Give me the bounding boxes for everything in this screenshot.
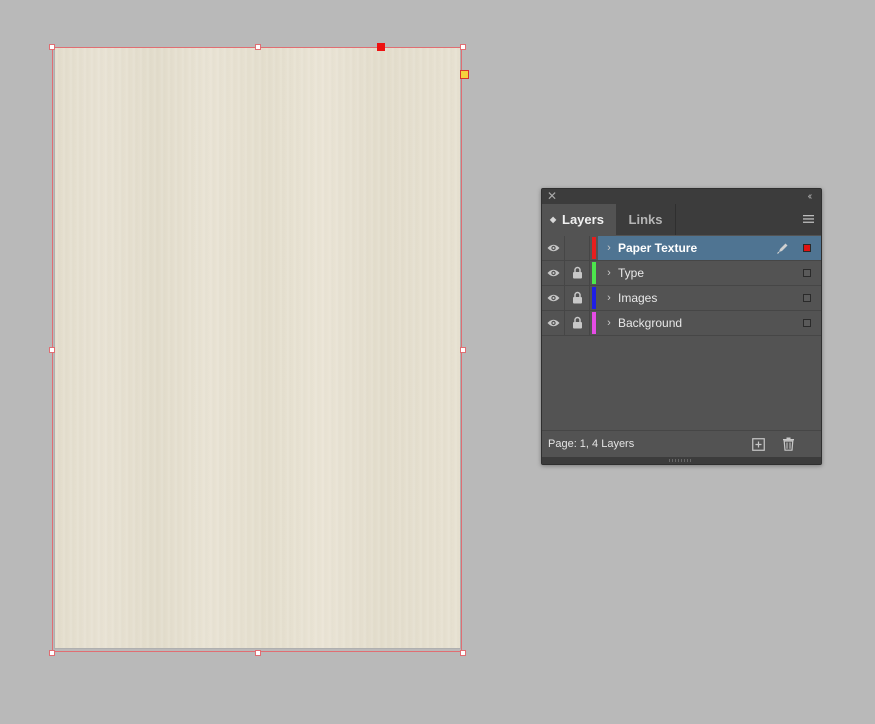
chevron-right-icon[interactable]: › [604, 311, 614, 335]
layer-name: Images [618, 291, 658, 305]
layer-name: Paper Texture [618, 241, 698, 255]
panel-tabbar: ◆ Layers Links [542, 204, 821, 235]
close-icon[interactable]: ✕ [546, 189, 558, 204]
layer-selection-square[interactable] [803, 294, 811, 302]
hamburger-menu-icon[interactable] [803, 214, 814, 224]
eye-icon [547, 319, 560, 327]
resize-handle-bottom-middle[interactable] [255, 650, 261, 656]
layer-name: Background [618, 316, 683, 330]
layer-name: Type [618, 266, 645, 280]
resize-handle-top-left[interactable] [49, 44, 55, 50]
resize-handle-bottom-right[interactable] [460, 650, 466, 656]
lock-toggle[interactable] [565, 261, 590, 285]
resize-handle-top-right[interactable] [460, 44, 466, 50]
layer-selection-square[interactable] [803, 244, 811, 252]
layer-selection-square[interactable] [803, 269, 811, 277]
layer-row-type[interactable]: › Type [542, 261, 821, 286]
resize-handle-top-middle[interactable] [255, 44, 261, 50]
new-layer-icon[interactable] [752, 438, 765, 451]
resize-handle-middle-right[interactable] [460, 347, 466, 353]
layer-color-swatch [592, 287, 596, 309]
tab-links[interactable]: Links [616, 204, 676, 235]
visibility-toggle[interactable] [542, 261, 565, 285]
layer-color-swatch [592, 262, 596, 284]
layer-main[interactable]: › Images [598, 286, 821, 310]
visibility-toggle[interactable] [542, 236, 565, 260]
resize-handle-middle-left[interactable] [49, 347, 55, 353]
lock-icon [573, 316, 582, 329]
lock-toggle[interactable] [565, 311, 590, 335]
status-text: Page: 1, 4 Layers [548, 438, 635, 450]
tab-arrows-icon: ◆ [550, 215, 557, 224]
text-out-port[interactable] [460, 70, 469, 79]
grip-icon [669, 459, 693, 462]
tab-label: Links [628, 212, 663, 227]
layer-list: › Paper Texture › Type › Images › Backgr… [542, 236, 821, 336]
pen-icon [777, 243, 788, 254]
lock-toggle[interactable] [565, 286, 590, 310]
lock-icon [573, 291, 582, 304]
chevron-right-icon[interactable]: › [604, 261, 614, 285]
layer-color-swatch [592, 312, 596, 334]
panel-footer: Page: 1, 4 Layers [542, 430, 821, 458]
eye-icon [547, 244, 560, 252]
layer-row-images[interactable]: › Images [542, 286, 821, 311]
layer-row-paper-texture[interactable]: › Paper Texture [542, 236, 821, 261]
paper-texture-image[interactable] [55, 48, 460, 648]
layer-main[interactable]: › Type [598, 261, 821, 285]
eye-icon [547, 269, 560, 277]
layer-main[interactable]: › Paper Texture [598, 236, 821, 260]
layer-selection-square[interactable] [803, 319, 811, 327]
lock-icon [573, 266, 582, 279]
chevron-right-icon[interactable]: › [604, 286, 614, 310]
layers-panel: ✕ ‹‹ ◆ Layers Links › Paper Texture › Ty… [541, 188, 822, 465]
resize-handle-bottom-left[interactable] [49, 650, 55, 656]
panel-resize-handle[interactable] [542, 457, 821, 464]
layer-color-swatch [592, 237, 596, 259]
trash-icon[interactable] [782, 437, 795, 451]
visibility-toggle[interactable] [542, 286, 565, 310]
frame-selection-marker[interactable] [377, 43, 385, 51]
visibility-toggle[interactable] [542, 311, 565, 335]
layer-row-background[interactable]: › Background [542, 311, 821, 336]
panel-titlebar[interactable]: ✕ ‹‹ [542, 189, 821, 204]
tab-layers[interactable]: ◆ Layers [542, 204, 616, 235]
tab-label: Layers [562, 212, 604, 227]
double-chevron-icon[interactable]: ‹‹ [802, 189, 816, 204]
layer-main[interactable]: › Background [598, 311, 821, 335]
chevron-right-icon[interactable]: › [604, 236, 614, 260]
lock-toggle[interactable] [565, 236, 590, 260]
eye-icon [547, 294, 560, 302]
